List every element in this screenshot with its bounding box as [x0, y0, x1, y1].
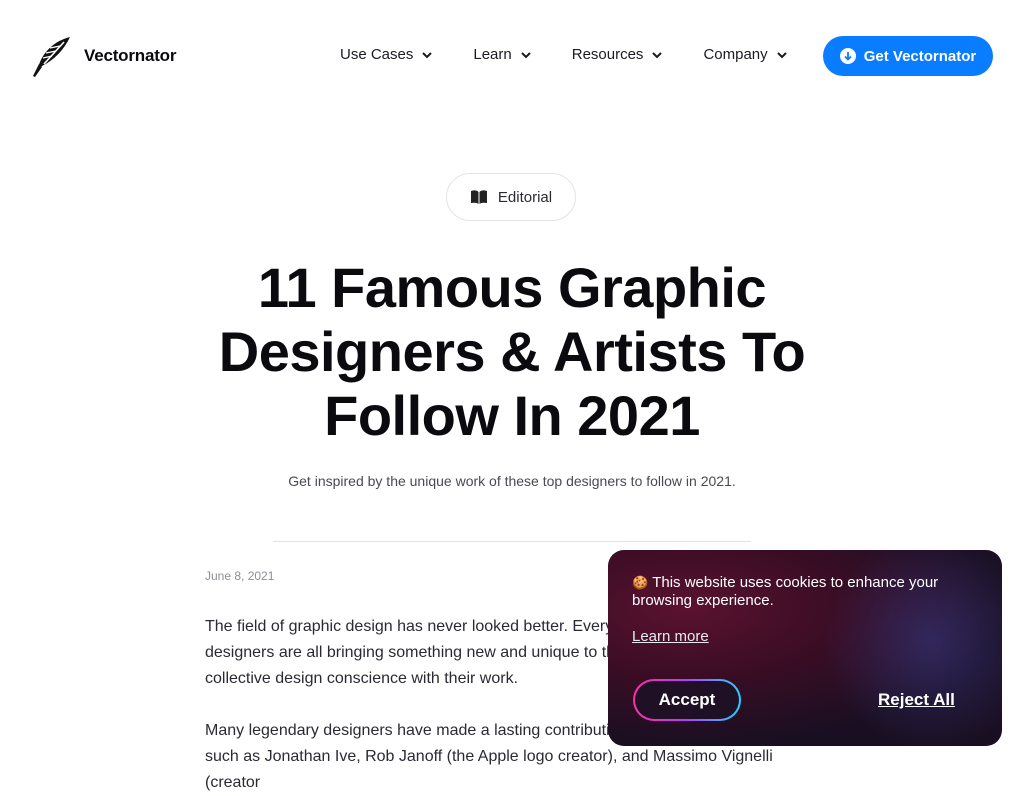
nav-company[interactable]: Company: [703, 46, 787, 63]
nav-resources[interactable]: Resources: [572, 46, 664, 63]
brand-name: Vectornator: [84, 46, 177, 65]
nav-label: Use Cases: [340, 46, 414, 63]
article-subtitle: Get inspired by the unique work of these…: [288, 473, 736, 489]
nav-learn[interactable]: Learn: [473, 46, 531, 63]
article-title: 11 Famous Graphic Designers & Artists To…: [218, 256, 806, 447]
download-circle-icon: [839, 48, 856, 64]
cookie-message-text: This website uses cookies to enhance you…: [632, 574, 939, 609]
nav-label: Learn: [473, 46, 512, 63]
cookie-icon: 🍪: [632, 575, 649, 590]
nav-label: Resources: [571, 46, 644, 63]
divider: [273, 541, 751, 542]
category-label: Editorial: [497, 188, 553, 206]
open-book-icon: [470, 190, 487, 204]
cookie-message: 🍪 This website uses cookies to enhance yo…: [632, 574, 972, 610]
get-vectornator-button[interactable]: Get Vectornator: [823, 36, 993, 76]
chevron-down-icon: [521, 51, 531, 58]
nav-use-cases[interactable]: Use Cases: [340, 46, 433, 63]
site-header: Vectornator Use Cases Learn Resources Co…: [0, 0, 1024, 112]
category-tag-editorial[interactable]: Editorial: [446, 173, 576, 221]
main-nav: Use Cases Learn Resources Company: [340, 46, 828, 63]
quill-pen-icon: [33, 37, 70, 77]
cta-label: Get Vectornator: [863, 47, 977, 65]
brand-logo-link[interactable]: Vectornator: [30, 34, 176, 78]
chevron-down-icon: [422, 51, 433, 58]
chevron-down-icon: [652, 51, 663, 58]
nav-label: Company: [703, 46, 768, 63]
accept-cookies-button[interactable]: Accept: [633, 679, 741, 721]
chevron-down-icon: [776, 51, 787, 58]
learn-more-link[interactable]: Learn more: [632, 628, 709, 645]
article-date: June 8, 2021: [205, 569, 275, 583]
reject-all-cookies-button[interactable]: Reject All: [878, 690, 955, 710]
cookie-banner: 🍪 This website uses cookies to enhance yo…: [608, 550, 1002, 746]
